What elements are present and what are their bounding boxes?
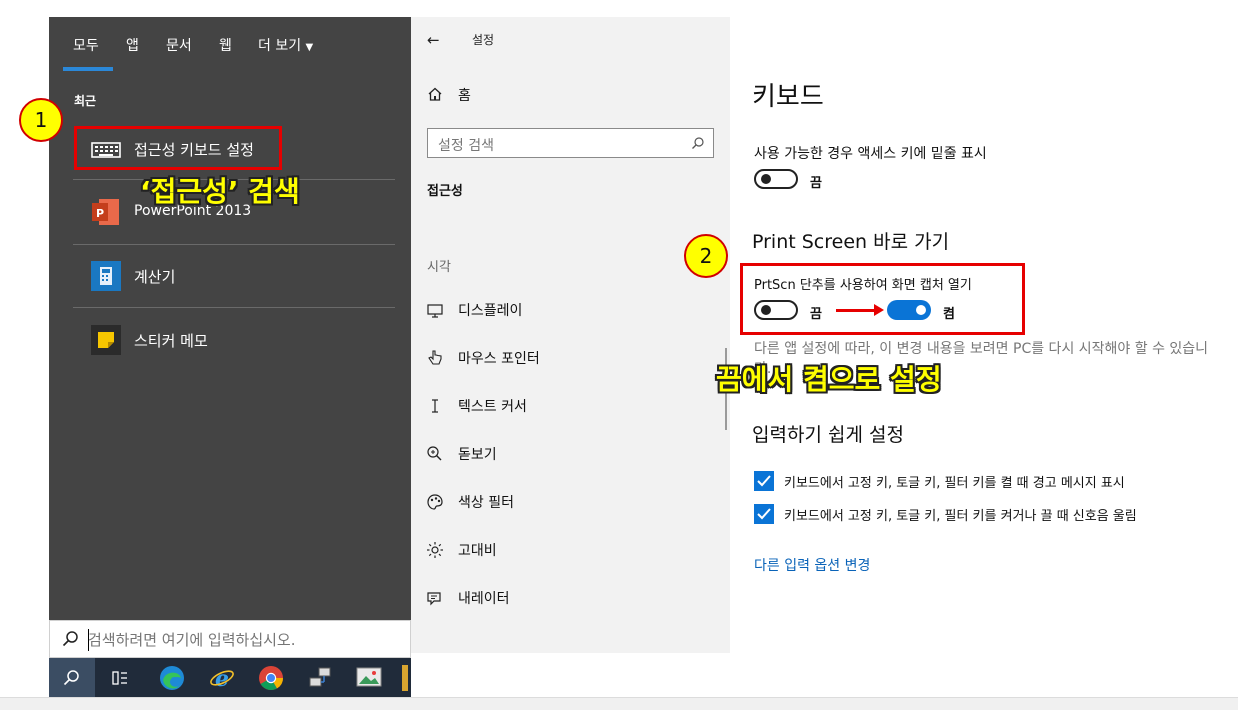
taskbar: e: [49, 658, 411, 697]
start-search-box[interactable]: [49, 620, 411, 658]
search-icon: [62, 631, 78, 647]
taskbar-chrome[interactable]: [248, 658, 294, 697]
nav-item-high-contrast[interactable]: 고대비: [411, 530, 730, 570]
tab-active-indicator: [63, 67, 113, 71]
divider: [73, 244, 395, 245]
high-contrast-icon: [427, 542, 443, 558]
toggle-knob: [761, 174, 771, 184]
nav-item-label: 디스플레이: [458, 303, 523, 319]
mouse-pointer-icon: [428, 350, 442, 365]
nav-item-label: 고대비: [458, 543, 497, 559]
nav-item-color-filter[interactable]: 색상 필터: [411, 482, 730, 522]
search-icon: [63, 669, 79, 685]
step-badge-1: 1: [19, 98, 63, 142]
highlight-box-prtscn: [740, 263, 1025, 335]
access-keys-state: 끔: [810, 176, 822, 191]
settings-title: 설정: [472, 33, 495, 47]
back-button[interactable]: ←: [427, 31, 440, 49]
taskbar-network-app[interactable]: [297, 658, 343, 697]
narrator-icon: [427, 592, 441, 606]
print-screen-heading: Print Screen 바로 가기: [752, 231, 950, 253]
page-title: 키보드: [752, 82, 824, 112]
folder-icon: [402, 664, 408, 691]
warning-message-checkbox[interactable]: [754, 471, 774, 491]
taskbar-overflow-item[interactable]: [399, 658, 411, 697]
result-calculator[interactable]: 계산기: [73, 246, 395, 308]
color-filter-icon: [427, 494, 443, 510]
result-sticky-notes[interactable]: 스티커 메모: [73, 309, 395, 371]
nav-item-mouse-pointer[interactable]: 마우스 포인터: [411, 338, 730, 378]
ie-icon: e: [210, 666, 234, 691]
taskbar-search-button[interactable]: [49, 658, 95, 697]
result-label: 스티커 메모: [134, 332, 208, 350]
magnifier-icon: [427, 446, 442, 461]
search-icon: [692, 137, 704, 149]
nav-home-link[interactable]: 홈: [458, 85, 471, 105]
nav-item-narrator[interactable]: 내레이터: [411, 578, 730, 618]
annotation-toggle-note: 끔에서 켬으로 설정: [716, 363, 942, 396]
warning-message-label: 키보드에서 고정 키, 토글 키, 필터 키를 켤 때 경고 메시지 표시: [784, 476, 1125, 491]
access-keys-label: 사용 가능한 경우 액세스 키에 밑줄 표시: [754, 146, 987, 162]
checkmark-icon: [757, 475, 771, 487]
section-recent: 최근: [74, 94, 97, 108]
nav-item-magnifier[interactable]: 돋보기: [411, 434, 730, 474]
edge-icon: [160, 665, 184, 690]
nav-category: 접근성: [427, 184, 463, 199]
taskbar-task-view[interactable]: [97, 658, 143, 697]
tab-apps[interactable]: 앱: [126, 35, 139, 55]
nav-item-label: 내레이터: [458, 591, 510, 607]
nav-item-label: 돋보기: [458, 447, 497, 463]
start-search-input[interactable]: [88, 628, 398, 652]
screenshot-root: 모두 앱 문서 웹 더 보기 ▼ 최근 접근성 키보드 설정 P PowerPo…: [0, 0, 1238, 710]
divider: [73, 307, 395, 308]
nav-item-label: 색상 필터: [458, 495, 514, 511]
highlight-box-search-result: [74, 126, 282, 170]
svg-text:e: e: [215, 666, 229, 691]
annotation-search-note: ‘접근성’ 검색: [140, 175, 300, 208]
taskbar-photo-app[interactable]: [346, 658, 392, 697]
settings-search-placeholder: 설정 검색: [438, 138, 494, 154]
photos-icon: [356, 667, 382, 686]
nav-group-vision: 시각: [427, 260, 451, 275]
settings-search-box[interactable]: 설정 검색: [427, 128, 714, 158]
sound-checkbox[interactable]: [754, 504, 774, 524]
nav-item-display[interactable]: 디스플레이: [411, 290, 730, 330]
nav-item-label: 텍스트 커서: [458, 399, 527, 415]
svg-text:P: P: [96, 207, 104, 220]
tab-more[interactable]: 더 보기 ▼: [258, 35, 313, 55]
checkmark-icon: [757, 508, 771, 520]
tab-documents[interactable]: 문서: [166, 35, 192, 55]
calculator-icon: [91, 261, 121, 291]
chrome-icon: [259, 665, 283, 690]
sound-label: 키보드에서 고정 키, 토글 키, 필터 키를 켜거나 끌 때 신호음 울림: [784, 509, 1137, 524]
network-icon: [309, 667, 331, 686]
nav-item-text-cursor[interactable]: 텍스트 커서: [411, 386, 730, 426]
access-keys-toggle[interactable]: [754, 169, 798, 189]
chevron-down-icon: ▼: [305, 42, 314, 53]
settings-nav-pane: ← 설정 홈 설정 검색 접근성 시각 디스플레이 마우스 포인터 텍스트 커서…: [411, 17, 730, 653]
other-input-options-link[interactable]: 다른 입력 옵션 변경: [754, 555, 870, 575]
start-menu: 모두 앱 문서 웹 더 보기 ▼ 최근 접근성 키보드 설정 P PowerPo…: [49, 17, 411, 697]
task-view-icon: [112, 670, 127, 685]
typing-heading: 입력하기 쉽게 설정: [752, 424, 904, 446]
taskbar-edge[interactable]: [149, 658, 195, 697]
home-icon: [428, 87, 442, 101]
nav-item-label: 마우스 포인터: [458, 351, 540, 367]
display-icon: [427, 304, 443, 318]
sticky-notes-icon: [91, 325, 121, 355]
bottom-strip: [0, 697, 1238, 710]
powerpoint-icon: P: [92, 199, 119, 225]
tab-web[interactable]: 웹: [219, 35, 232, 55]
result-label: 계산기: [134, 268, 176, 286]
step-badge-2: 2: [684, 234, 728, 278]
tab-all[interactable]: 모두: [73, 35, 99, 55]
text-cursor-icon: [432, 399, 438, 413]
taskbar-internet-explorer[interactable]: e: [199, 658, 245, 697]
start-tabs: 모두 앱 문서 웹 더 보기 ▼: [49, 17, 411, 71]
